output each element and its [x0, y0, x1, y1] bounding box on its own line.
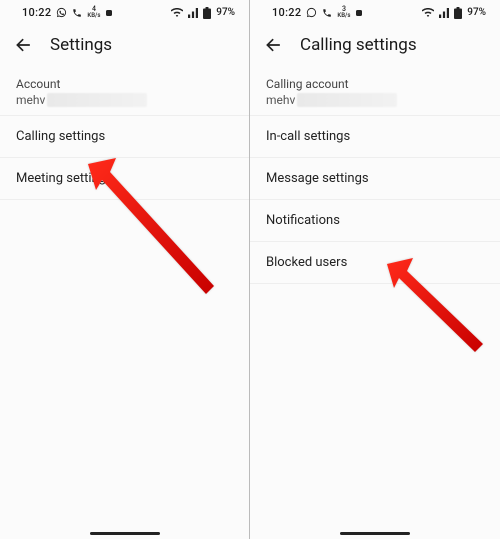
blurred-text [47, 93, 147, 107]
row-message-settings[interactable]: Message settings [250, 157, 500, 199]
network-rate: 4 KB/s [87, 6, 100, 19]
network-rate: 3 KB/s [337, 6, 350, 19]
notif-dot-icon [105, 9, 113, 17]
wifi-icon [171, 8, 183, 18]
row-notifications[interactable]: Notifications [250, 199, 500, 241]
back-button[interactable] [264, 35, 284, 55]
account-label: Account [0, 67, 249, 93]
battery-percent: 97% [216, 7, 235, 18]
battery-percent: 97% [467, 7, 486, 18]
screenshot-calling-settings: 10:22 3 KB/s 97% [250, 0, 500, 539]
home-indicator[interactable] [90, 532, 160, 535]
blurred-text [297, 93, 397, 107]
account-label: Calling account [250, 67, 500, 93]
row-calling-settings[interactable]: Calling settings [0, 115, 249, 157]
page-header: Calling settings [250, 23, 500, 67]
whatsapp-icon [306, 7, 317, 18]
battery-icon [203, 7, 211, 19]
account-value[interactable]: mehv [250, 93, 500, 115]
phone-icon [72, 8, 82, 18]
signal-icon [439, 8, 449, 18]
account-value[interactable]: mehv [0, 93, 249, 115]
page-title: Calling settings [300, 35, 417, 55]
phone-icon [322, 8, 332, 18]
wifi-icon [422, 8, 434, 18]
screenshot-settings: 10:22 4 KB/s 97% [0, 0, 250, 539]
signal-icon [188, 8, 198, 18]
battery-icon [454, 7, 462, 19]
row-meeting-settings[interactable]: Meeting settings [0, 157, 249, 200]
row-incall-settings[interactable]: In-call settings [250, 115, 500, 157]
status-bar: 10:22 3 KB/s 97% [250, 0, 500, 23]
row-blocked-users[interactable]: Blocked users [250, 241, 500, 284]
status-time: 10:22 [22, 6, 51, 19]
back-button[interactable] [14, 35, 34, 55]
status-time: 10:22 [272, 6, 301, 19]
whatsapp-icon [56, 7, 67, 18]
home-indicator[interactable] [340, 532, 410, 535]
page-title: Settings [50, 35, 112, 55]
page-header: Settings [0, 23, 249, 67]
status-bar: 10:22 4 KB/s 97% [0, 0, 249, 23]
notif-dot-icon [355, 9, 363, 17]
